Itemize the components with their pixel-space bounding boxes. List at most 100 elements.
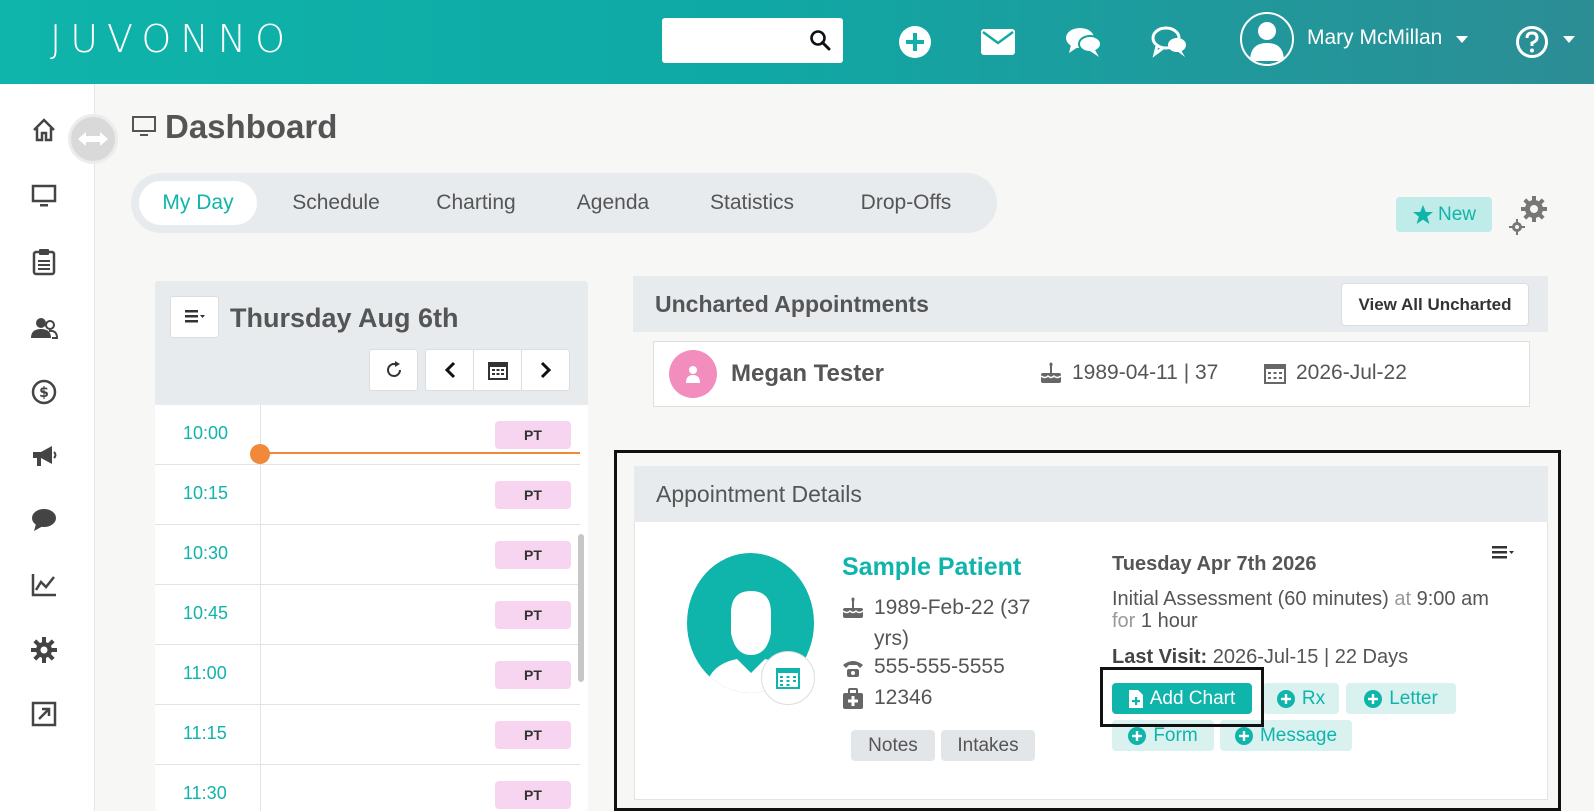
user-name[interactable]: Mary McMillan bbox=[1307, 26, 1442, 50]
slot-tag[interactable]: PT bbox=[495, 481, 571, 509]
uncharted-appointment-date: 2026-Jul-22 bbox=[1264, 361, 1407, 385]
slot-time: 10:15 bbox=[183, 483, 229, 503]
slot-time: 11:00 bbox=[183, 663, 227, 683]
left-sidebar: $ bbox=[0, 84, 95, 811]
slot-time: 11:15 bbox=[183, 723, 227, 743]
highlight-frame-add-chart bbox=[1100, 667, 1264, 727]
home-icon[interactable] bbox=[28, 114, 60, 146]
juvonno-logo[interactable]: JUVONNO bbox=[50, 17, 294, 61]
uncharted-appointment-row[interactable]: Megan Tester 1989-04-11 | 37 2026-Jul-22 bbox=[653, 341, 1530, 407]
monitor-icon[interactable] bbox=[28, 180, 60, 212]
tab-schedule[interactable]: Schedule bbox=[281, 181, 391, 225]
add-circle-icon[interactable] bbox=[893, 20, 937, 64]
schedule-date: Thursday Aug 6th bbox=[230, 303, 459, 333]
slot-divider bbox=[260, 585, 261, 645]
chevron-right-icon bbox=[540, 361, 551, 379]
dollar-icon[interactable]: $ bbox=[28, 376, 60, 408]
arrows-horizontal-icon bbox=[78, 132, 108, 146]
uncharted-appointments-header: Uncharted Appointments View All Uncharte… bbox=[633, 276, 1548, 332]
slot-tag[interactable]: PT bbox=[495, 661, 571, 689]
page-title-text: Dashboard bbox=[165, 108, 338, 145]
tab-statistics[interactable]: Statistics bbox=[697, 181, 807, 225]
slot-tag[interactable]: PT bbox=[495, 541, 571, 569]
new-label: New bbox=[1437, 203, 1476, 225]
time-slot[interactable]: 11:30 PT bbox=[155, 765, 580, 811]
uncharted-title: Uncharted Appointments bbox=[655, 291, 929, 317]
chat-icon[interactable] bbox=[28, 504, 60, 536]
patient-avatar bbox=[669, 350, 717, 398]
slot-tag[interactable]: PT bbox=[495, 721, 571, 749]
slot-divider bbox=[260, 645, 261, 705]
previous-day-button[interactable] bbox=[425, 349, 474, 391]
list-menu-icon bbox=[184, 310, 205, 323]
clipboard-icon[interactable] bbox=[28, 246, 60, 278]
uncharted-patient-name[interactable]: Megan Tester bbox=[731, 360, 884, 388]
slot-tag[interactable]: PT bbox=[495, 781, 571, 809]
gear-icon[interactable] bbox=[28, 634, 60, 666]
slot-time: 10:00 bbox=[183, 423, 229, 443]
slot-divider bbox=[260, 525, 261, 585]
next-day-button[interactable] bbox=[521, 349, 570, 391]
slot-divider bbox=[260, 465, 261, 525]
chevron-down-icon[interactable] bbox=[1456, 36, 1468, 43]
tab-drop-offs[interactable]: Drop-Offs bbox=[845, 181, 967, 225]
current-time-marker bbox=[250, 444, 270, 464]
envelope-icon[interactable] bbox=[976, 20, 1020, 64]
conversation-icon[interactable] bbox=[1062, 20, 1106, 64]
refresh-icon bbox=[386, 361, 401, 377]
current-time-line bbox=[260, 452, 580, 454]
time-slot[interactable]: 10:00 PT bbox=[155, 405, 580, 465]
slot-tag[interactable]: PT bbox=[495, 601, 571, 629]
slot-time: 10:45 bbox=[183, 603, 229, 623]
uncharted-patient-dob: 1989-04-11 | 37 bbox=[1040, 361, 1218, 385]
date-text: 2026-Jul-22 bbox=[1296, 361, 1407, 384]
megaphone-icon[interactable] bbox=[28, 440, 60, 472]
slot-tag[interactable]: PT bbox=[495, 421, 571, 449]
tab-agenda[interactable]: Agenda bbox=[563, 181, 663, 225]
calendar-icon bbox=[487, 362, 508, 380]
calendar-icon bbox=[1264, 364, 1286, 384]
calendar-picker-button[interactable] bbox=[473, 349, 522, 391]
slot-divider bbox=[260, 705, 261, 765]
time-slot[interactable]: 10:45 PT bbox=[155, 585, 580, 645]
dob-text: 1989-04-11 | 37 bbox=[1072, 361, 1219, 384]
help-icon[interactable] bbox=[1510, 20, 1554, 64]
chevron-left-icon bbox=[444, 361, 455, 379]
birthday-cake-icon bbox=[1040, 362, 1062, 383]
view-all-uncharted-button[interactable]: View All Uncharted bbox=[1341, 283, 1529, 326]
slot-time: 10:30 bbox=[183, 543, 229, 563]
day-schedule-panel: Thursday Aug 6th 10:00 PT 10:15 PT 10:30… bbox=[155, 281, 588, 811]
time-slot[interactable]: 10:30 PT bbox=[155, 525, 580, 585]
slot-time: 11:30 bbox=[183, 783, 227, 803]
schedule-menu-button[interactable] bbox=[170, 296, 219, 338]
sidebar-toggle-button[interactable] bbox=[68, 114, 118, 164]
chart-icon[interactable] bbox=[28, 569, 60, 601]
time-slot[interactable]: 11:00 PT bbox=[155, 645, 580, 705]
time-slot[interactable]: 10:15 PT bbox=[155, 465, 580, 525]
time-slot[interactable]: 11:15 PT bbox=[155, 705, 580, 765]
top-bar: JUVONNO Mary McMillan bbox=[0, 0, 1594, 84]
slot-divider bbox=[260, 765, 261, 811]
tab-my-day[interactable]: My Day bbox=[139, 181, 257, 225]
schedule-scrollbar[interactable] bbox=[578, 534, 584, 682]
search-icon[interactable] bbox=[809, 29, 831, 56]
gears-settings-icon[interactable] bbox=[1508, 194, 1550, 236]
search-input[interactable] bbox=[662, 18, 802, 63]
time-slot-list[interactable]: 10:00 PT 10:15 PT 10:30 PT 10:45 PT 11:0… bbox=[155, 405, 588, 811]
person-icon bbox=[686, 366, 700, 383]
tab-charting[interactable]: Charting bbox=[423, 181, 529, 225]
external-link-icon[interactable] bbox=[28, 698, 60, 730]
monitor-icon bbox=[132, 116, 156, 136]
users-icon[interactable] bbox=[28, 312, 60, 344]
global-search[interactable] bbox=[662, 18, 843, 63]
star-icon bbox=[1412, 204, 1433, 224]
svg-text:$: $ bbox=[39, 385, 49, 401]
new-button[interactable]: New bbox=[1396, 197, 1492, 232]
chat-alert-icon[interactable] bbox=[1148, 20, 1192, 64]
refresh-button[interactable] bbox=[369, 349, 418, 391]
page-title: Dashboard bbox=[131, 108, 337, 146]
chevron-down-icon[interactable] bbox=[1563, 36, 1575, 43]
highlight-frame-details bbox=[614, 450, 1561, 811]
dashboard-tabs: My Day Schedule Charting Agenda Statisti… bbox=[131, 173, 997, 233]
user-avatar[interactable] bbox=[1240, 12, 1294, 66]
